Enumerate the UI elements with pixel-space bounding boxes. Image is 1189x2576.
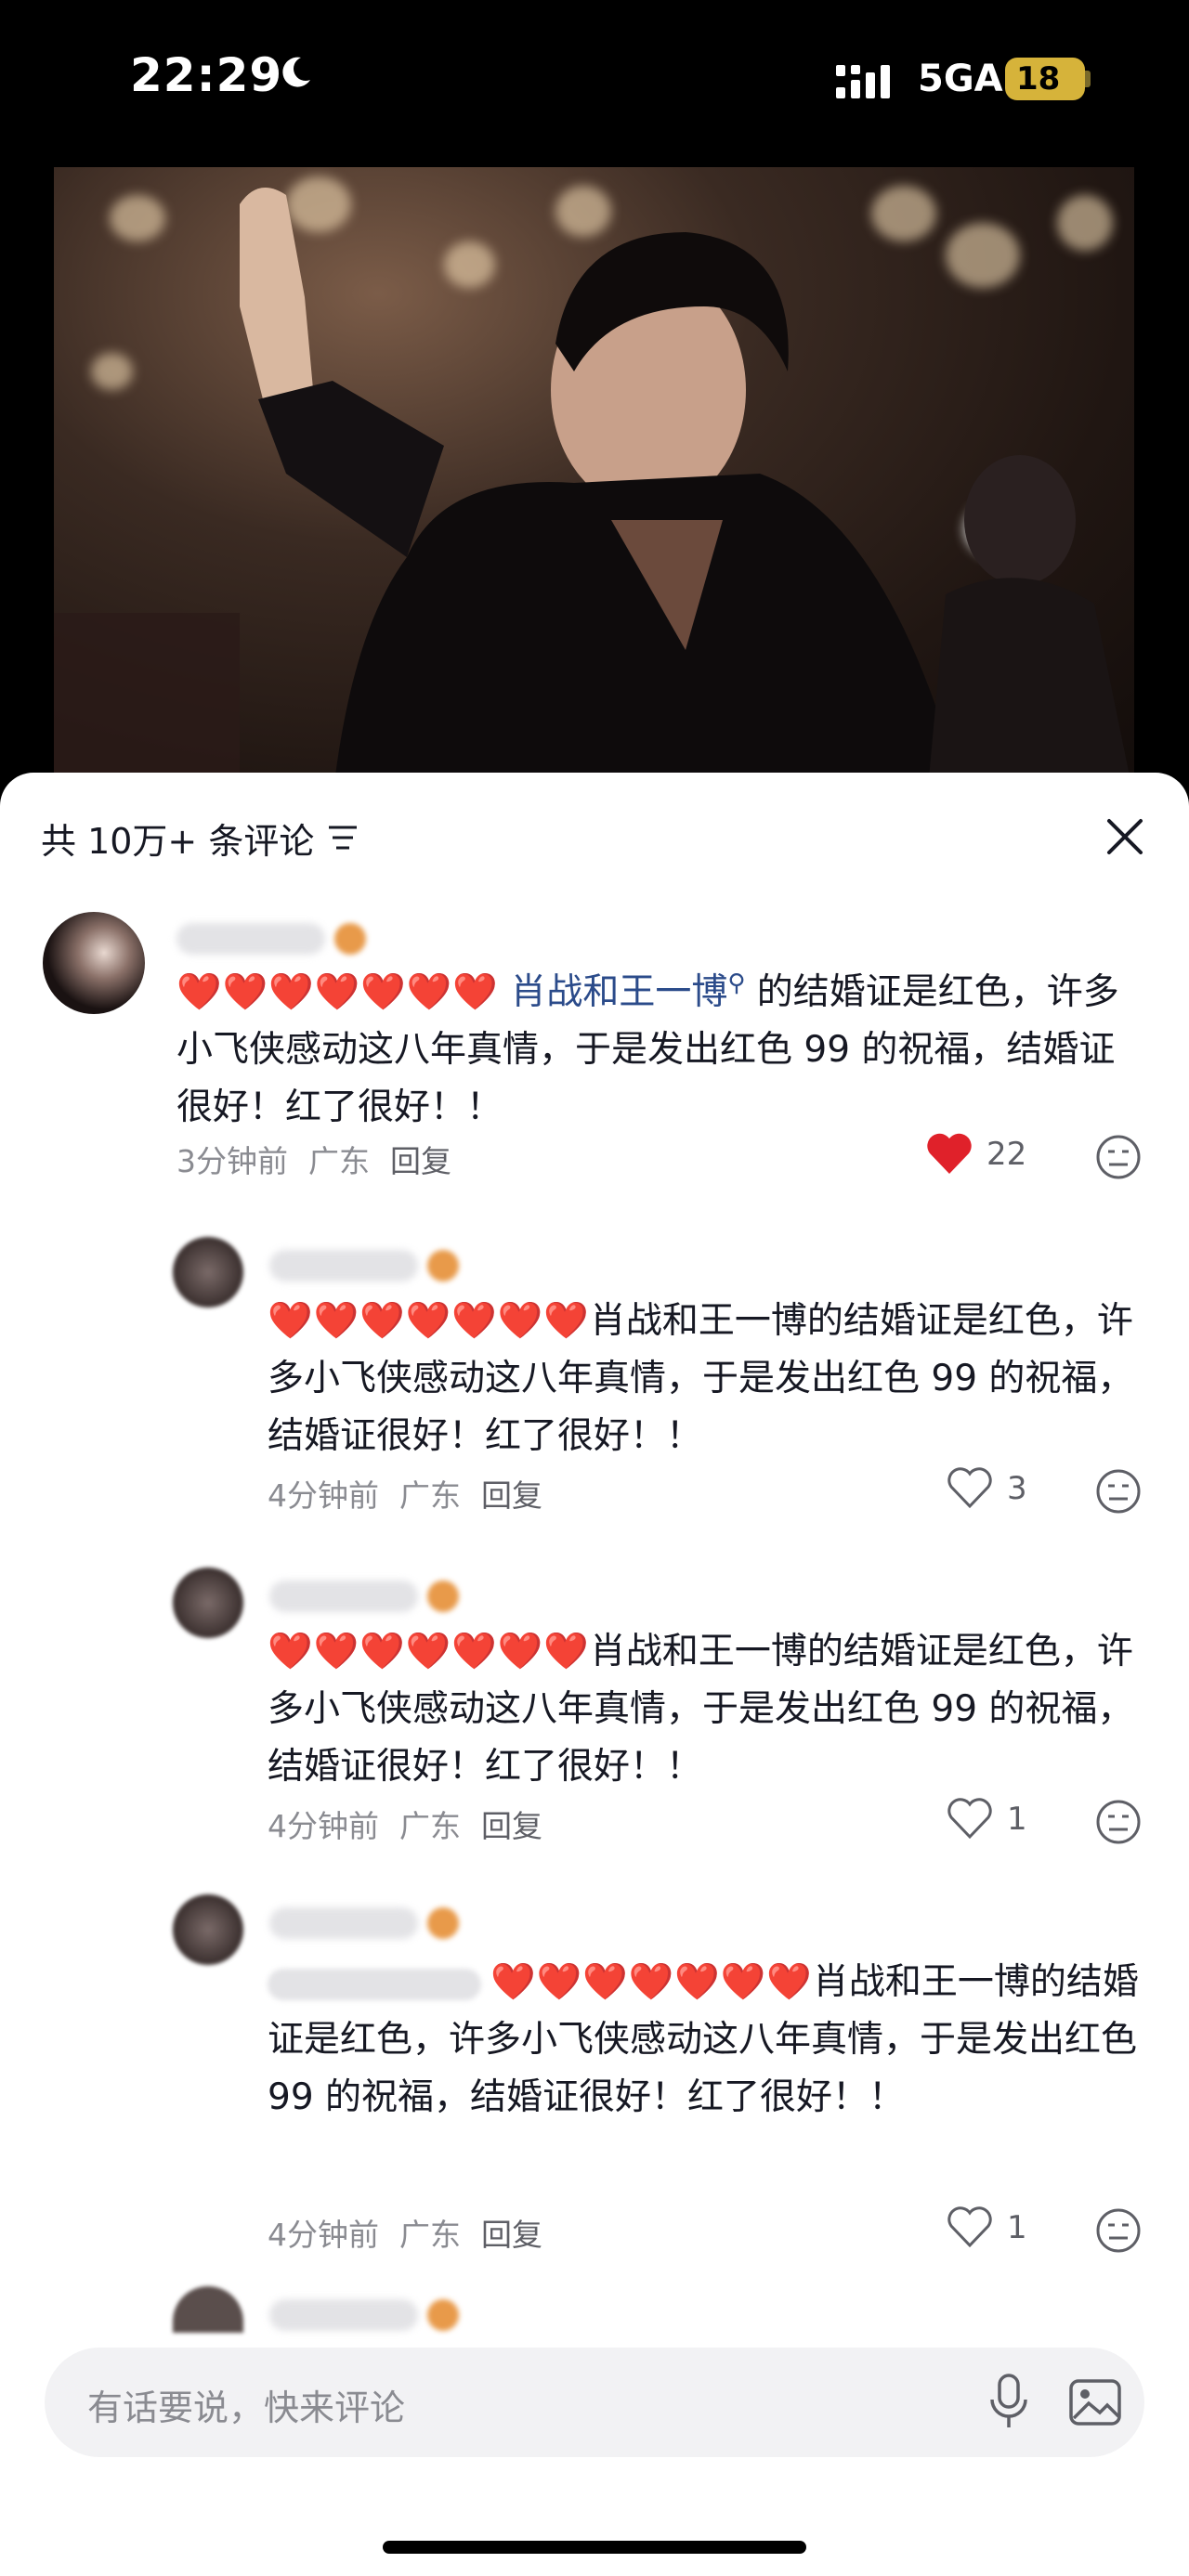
user-badge <box>427 1250 459 1281</box>
comments-sheet: 共 10万+ 条评论 ❤️❤️❤️❤️❤️❤️❤️ 肖战和王一博⚲ 的结婚证是红… <box>0 773 1189 2576</box>
avatar[interactable] <box>173 2286 243 2333</box>
image-icon[interactable] <box>1066 2374 1124 2431</box>
comment-text: ❤️❤️❤️❤️❤️❤️❤️ 肖战和王一博⚲ 的结婚证是红色，许多小飞侠感动这八… <box>176 955 1143 1137</box>
username-blurred[interactable] <box>269 1581 418 1612</box>
user-badge <box>427 2299 459 2331</box>
avatar[interactable] <box>173 1237 243 1308</box>
comment-meta: 4分钟前 广东 回复 <box>268 2210 542 2255</box>
like-count: 3 <box>1007 1470 1027 1507</box>
comment-meta: 4分钟前 广东 回复 <box>268 1471 542 1516</box>
like-button[interactable]: 1 <box>946 2206 1027 2249</box>
username-blurred[interactable] <box>269 2299 418 2331</box>
network-type: 5GA <box>918 58 1003 100</box>
username-blurred[interactable] <box>269 1907 418 1939</box>
dislike-icon[interactable] <box>1094 2206 1143 2255</box>
person-silhouette <box>54 188 1134 799</box>
status-bar: 22:29 5GA 18 <box>0 0 1189 163</box>
avatar[interactable] <box>173 1894 243 1965</box>
heart-filled-icon <box>927 1133 972 1174</box>
comment-text: ❤️❤️❤️❤️❤️❤️❤️肖战和王一博的结婚证是红色，许多小飞侠感动这八年真情… <box>268 1293 1141 1465</box>
comment-time: 3分钟前 <box>176 1143 288 1179</box>
comment-input[interactable]: 有话要说，快来评论 <box>45 2348 1144 2457</box>
like-button[interactable]: 3 <box>946 1467 1027 1510</box>
hearts: ❤️❤️❤️❤️❤️❤️❤️ <box>268 1631 590 1672</box>
status-time: 22:29 <box>130 48 283 102</box>
like-count: 22 <box>986 1136 1027 1173</box>
comment-location: 广东 <box>399 2217 461 2253</box>
comment-item: ❤️❤️❤️❤️❤️❤️❤️肖战和王一博的结婚证是红色，许多小飞侠感动这八年真情… <box>0 1568 1189 1874</box>
comment-item-partial <box>0 2286 1189 2342</box>
heart-outline-icon <box>947 2206 992 2248</box>
like-button[interactable]: 1 <box>946 1798 1027 1841</box>
moon-icon <box>282 57 310 87</box>
reply-button[interactable]: 回复 <box>390 1137 451 1181</box>
home-indicator[interactable] <box>383 2541 806 2554</box>
comment-count: 共 10万+ 条评论 <box>41 820 315 862</box>
post-photo[interactable] <box>54 167 1134 799</box>
username-blurred[interactable] <box>269 1250 418 1281</box>
comment-location: 广东 <box>308 1143 370 1179</box>
comments-header[interactable]: 共 10万+ 条评论 <box>41 810 359 865</box>
comment-text: ❤️❤️❤️❤️❤️❤️❤️肖战和王一博的结婚证是红色，许多小飞侠感动这八年真情… <box>268 1954 1141 2127</box>
search-icon[interactable]: ⚲ <box>727 969 745 997</box>
user-badge <box>334 923 366 955</box>
dislike-icon[interactable] <box>1094 1798 1143 1846</box>
avatar[interactable] <box>173 1568 243 1638</box>
battery-icon: 18 <box>1005 58 1085 100</box>
comment-time: 4分钟前 <box>268 2217 379 2253</box>
comment-item: ❤️❤️❤️❤️❤️❤️❤️ 肖战和王一博⚲ 的结婚证是红色，许多小飞侠感动这八… <box>0 912 1189 1179</box>
comment-item: ❤️❤️❤️❤️❤️❤️❤️肖战和王一博的结婚证是红色，许多小飞侠感动这八年真情… <box>0 1237 1189 1543</box>
comment-meta: 4分钟前 广东 回复 <box>268 1802 542 1846</box>
reply-button[interactable]: 回复 <box>481 1471 542 1516</box>
topic-link[interactable]: 肖战和王一博 <box>510 971 727 1013</box>
dislike-icon[interactable] <box>1094 1133 1143 1181</box>
battery-level: 18 <box>1016 60 1061 98</box>
reply-button[interactable]: 回复 <box>481 2210 542 2255</box>
reply-button[interactable]: 回复 <box>481 1802 542 1846</box>
close-icon[interactable] <box>1102 813 1148 860</box>
comment-item: ❤️❤️❤️❤️❤️❤️❤️肖战和王一博的结婚证是红色，许多小飞侠感动这八年真情… <box>0 1894 1189 2294</box>
user-badge <box>427 1581 459 1612</box>
username-blurred[interactable] <box>176 923 325 955</box>
user-badge <box>427 1907 459 1939</box>
signal-icon <box>836 65 890 98</box>
comment-time: 4分钟前 <box>268 1808 379 1844</box>
filter-icon[interactable] <box>327 824 359 852</box>
like-button[interactable]: 22 <box>925 1133 1026 1176</box>
avatar[interactable] <box>43 912 145 1014</box>
heart-outline-icon <box>947 1467 992 1509</box>
input-placeholder: 有话要说，快来评论 <box>87 2387 406 2428</box>
dislike-icon[interactable] <box>1094 1467 1143 1516</box>
comment-location: 广东 <box>399 1808 461 1844</box>
heart-outline-icon <box>947 1798 992 1840</box>
hearts: ❤️❤️❤️❤️❤️❤️❤️ <box>268 1300 590 1342</box>
like-count: 1 <box>1007 2209 1027 2246</box>
battery-cap <box>1085 71 1091 87</box>
hearts: ❤️❤️❤️❤️❤️❤️❤️ <box>176 971 499 1013</box>
hearts: ❤️❤️❤️❤️❤️❤️❤️ <box>490 1961 813 2003</box>
comment-text: ❤️❤️❤️❤️❤️❤️❤️肖战和王一博的结婚证是红色，许多小飞侠感动这八年真情… <box>268 1623 1141 1796</box>
comment-location: 广东 <box>399 1477 461 1514</box>
comment-meta: 3分钟前 广东 回复 <box>176 1137 451 1181</box>
microphone-icon[interactable] <box>983 2372 1035 2431</box>
quoted-username-blurred[interactable] <box>268 1968 481 2000</box>
like-count: 1 <box>1007 1801 1027 1838</box>
comment-time: 4分钟前 <box>268 1477 379 1514</box>
